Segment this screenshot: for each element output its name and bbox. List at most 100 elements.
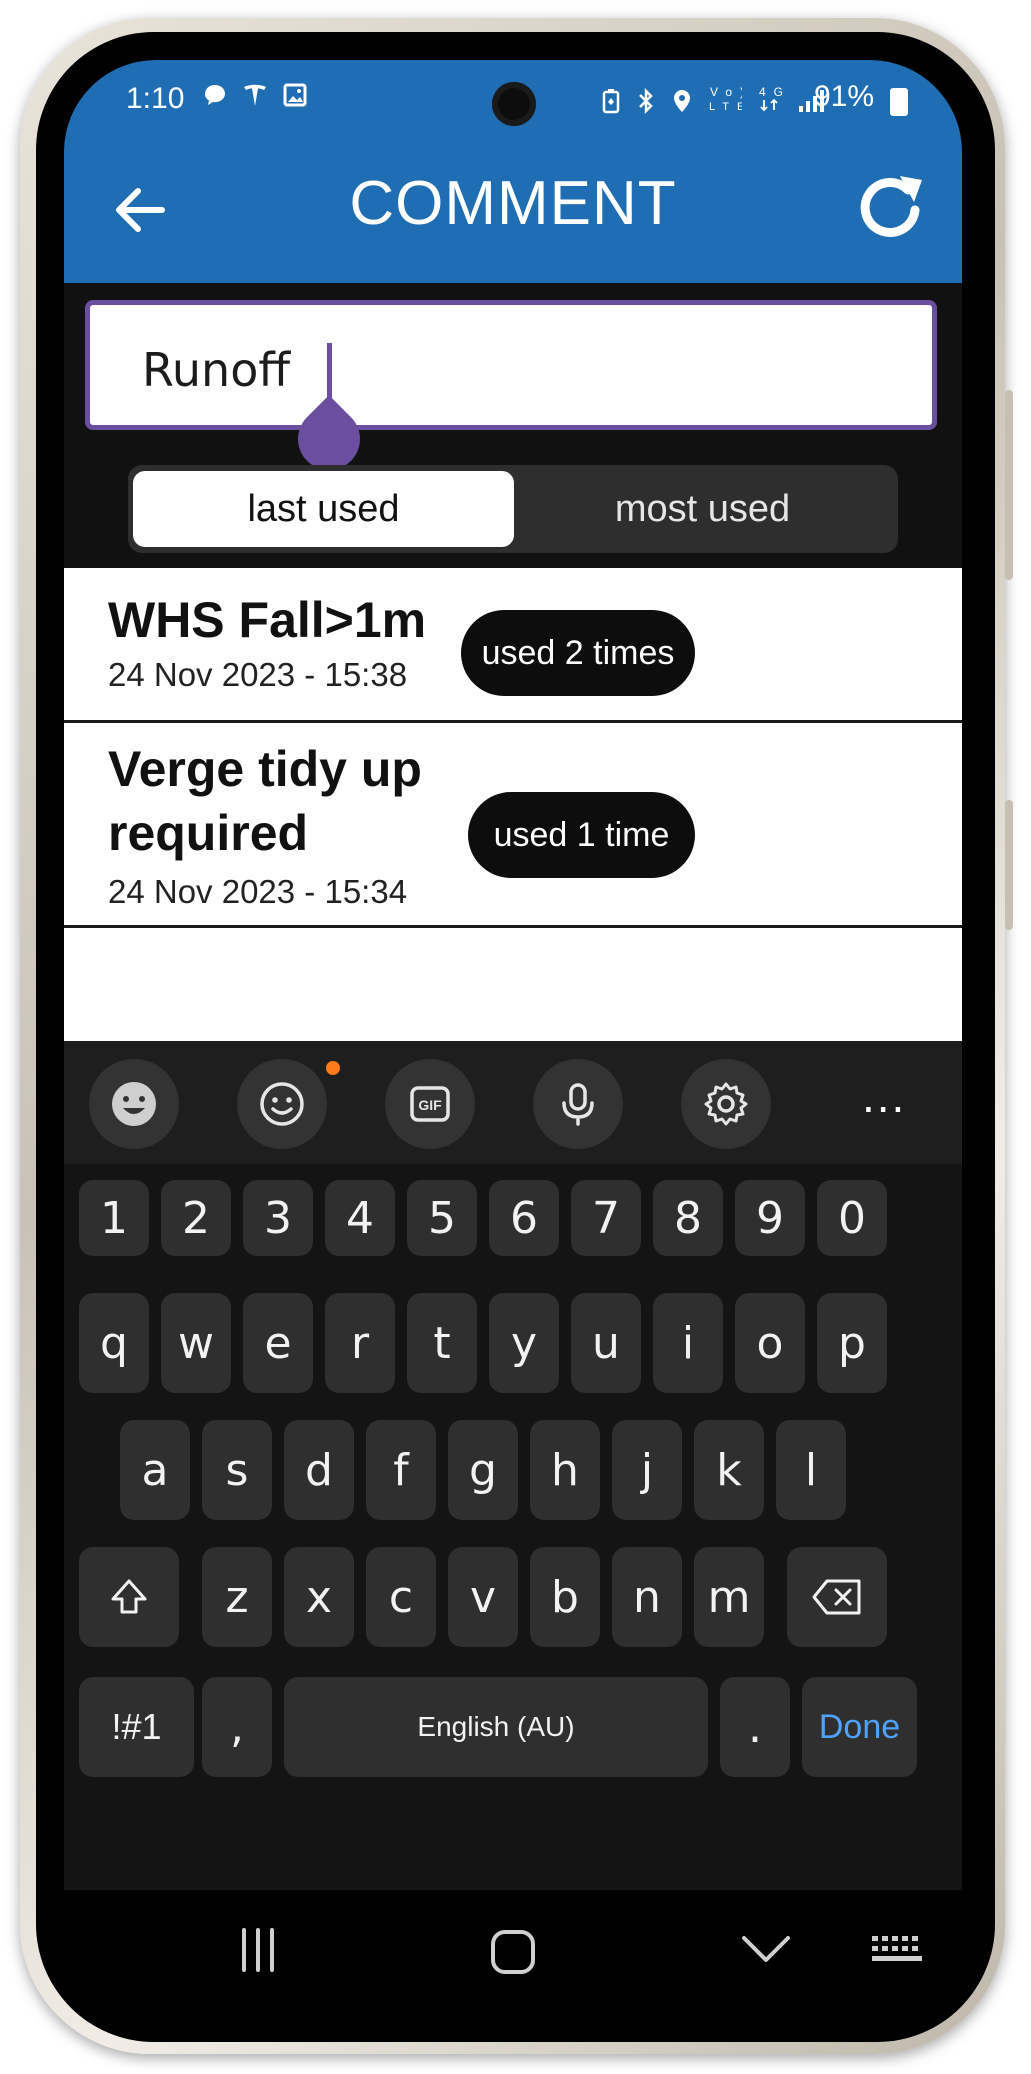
tesla-icon <box>243 84 266 106</box>
key-2[interactable]: 2 <box>161 1180 231 1256</box>
battery-percent: 91% <box>814 80 875 113</box>
keyboard-settings-button[interactable] <box>681 1059 771 1149</box>
key-h[interactable]: h <box>530 1420 600 1520</box>
sticker-icon <box>260 1082 304 1126</box>
status-bar: 1:10 Vo) LTE1 4G 91% <box>64 60 962 140</box>
done-key[interactable]: Done <box>802 1677 917 1777</box>
key-1[interactable]: 1 <box>79 1180 149 1256</box>
page-title: COMMENT <box>349 169 677 238</box>
refresh-button[interactable] <box>854 170 928 244</box>
battery-icon <box>890 88 908 116</box>
key-5[interactable]: 5 <box>407 1180 477 1256</box>
4g-icon: 4G <box>759 85 783 112</box>
list-item[interactable]: Verge tidy up required 24 Nov 2023 - 15:… <box>64 723 962 928</box>
key-v[interactable]: v <box>448 1547 518 1647</box>
sort-toggle: last used most used <box>128 465 898 553</box>
key-m[interactable]: m <box>694 1547 764 1647</box>
chat-icon <box>205 85 225 105</box>
system-nav-bar <box>64 1890 962 2008</box>
notification-dot <box>326 1061 340 1075</box>
key-l[interactable]: l <box>776 1420 846 1520</box>
gif-label: GIF <box>418 1097 442 1113</box>
power-button <box>1005 800 1013 930</box>
key-r[interactable]: r <box>325 1293 395 1393</box>
key-w[interactable]: w <box>161 1293 231 1393</box>
comment-title: WHS Fall>1m <box>108 592 427 648</box>
back-chevron-icon[interactable] <box>740 1930 792 1970</box>
key-9[interactable]: 9 <box>735 1180 805 1256</box>
usage-badge: used 2 times <box>461 610 695 696</box>
key-6[interactable]: 6 <box>489 1180 559 1256</box>
gear-icon <box>704 1082 748 1126</box>
comment-date: 24 Nov 2023 - 15:38 <box>108 656 408 693</box>
key-c[interactable]: c <box>366 1547 436 1647</box>
battery-saver-icon <box>602 89 620 114</box>
usage-badge: used 1 time <box>468 792 695 878</box>
key-g[interactable]: g <box>448 1420 518 1520</box>
key-4[interactable]: 4 <box>325 1180 395 1256</box>
key-s[interactable]: s <box>202 1420 272 1520</box>
key-k[interactable]: k <box>694 1420 764 1520</box>
network-type-label: 4G <box>759 85 783 99</box>
backspace-key[interactable] <box>787 1547 887 1647</box>
key-z[interactable]: z <box>202 1547 272 1647</box>
recent-apps-icon[interactable] <box>234 1926 282 1974</box>
key-i[interactable]: i <box>653 1293 723 1393</box>
comment-list: WHS Fall>1m 24 Nov 2023 - 15:38 used 2 t… <box>64 568 962 1041</box>
key-e[interactable]: e <box>243 1293 313 1393</box>
key-a[interactable]: a <box>120 1420 190 1520</box>
status-time: 1:10 <box>126 82 185 115</box>
key-y[interactable]: y <box>489 1293 559 1393</box>
microphone-icon <box>562 1083 594 1126</box>
list-item[interactable]: WHS Fall>1m 24 Nov 2023 - 15:38 used 2 t… <box>64 568 962 723</box>
bluetooth-icon <box>638 87 653 115</box>
symbols-key[interactable]: !#1 <box>79 1677 194 1777</box>
comment-title-line2: required <box>108 805 309 861</box>
image-icon <box>283 83 307 107</box>
shift-key[interactable] <box>79 1547 179 1647</box>
key-7[interactable]: 7 <box>571 1180 641 1256</box>
emoji-button[interactable] <box>89 1059 179 1149</box>
voice-input-button[interactable] <box>533 1059 623 1149</box>
key-q[interactable]: q <box>79 1293 149 1393</box>
search-input[interactable]: Runoff <box>85 300 937 483</box>
more-icon[interactable]: ... <box>862 1069 906 1123</box>
space-key[interactable]: English (AU) <box>284 1677 708 1777</box>
key-p[interactable]: p <box>817 1293 887 1393</box>
status-left-icons <box>202 82 308 115</box>
key-n[interactable]: n <box>612 1547 682 1647</box>
refresh-icon <box>860 176 922 237</box>
app-header: 1:10 Vo) LTE1 4G 91% COMMENT <box>64 60 962 283</box>
tab-last-used[interactable]: last used <box>133 471 514 547</box>
key-u[interactable]: u <box>571 1293 641 1393</box>
backspace-icon <box>812 1579 861 1615</box>
gif-icon: GIF <box>410 1086 450 1122</box>
key-d[interactable]: d <box>284 1420 354 1520</box>
key-8[interactable]: 8 <box>653 1180 723 1256</box>
comment-date: 24 Nov 2023 - 15:34 <box>108 873 408 910</box>
gif-button[interactable]: GIF <box>385 1059 475 1149</box>
key-b[interactable]: b <box>530 1547 600 1647</box>
volume-button <box>1005 390 1013 580</box>
volte-icon: Vo) LTE1 <box>709 85 758 113</box>
front-camera <box>492 82 536 126</box>
key-3[interactable]: 3 <box>243 1180 313 1256</box>
location-icon <box>674 90 691 112</box>
home-icon[interactable] <box>487 1926 539 1978</box>
period-key[interactable]: . <box>720 1677 790 1777</box>
screen: 1:10 Vo) LTE1 4G 91% COMMENT <box>64 60 962 2008</box>
keyboard-switch-icon[interactable] <box>870 1934 926 1970</box>
key-o[interactable]: o <box>735 1293 805 1393</box>
key-t[interactable]: t <box>407 1293 477 1393</box>
key-j[interactable]: j <box>612 1420 682 1520</box>
volte-label: Vo) <box>710 85 742 99</box>
sticker-button[interactable] <box>237 1059 327 1149</box>
shift-icon <box>111 1579 147 1614</box>
tab-most-used[interactable]: most used <box>512 471 893 547</box>
key-0[interactable]: 0 <box>817 1180 887 1256</box>
comma-key[interactable]: , <box>202 1677 272 1777</box>
key-x[interactable]: x <box>284 1547 354 1647</box>
lte-label: LTE1 <box>709 101 742 113</box>
list-item[interactable] <box>64 928 962 1041</box>
key-f[interactable]: f <box>366 1420 436 1520</box>
